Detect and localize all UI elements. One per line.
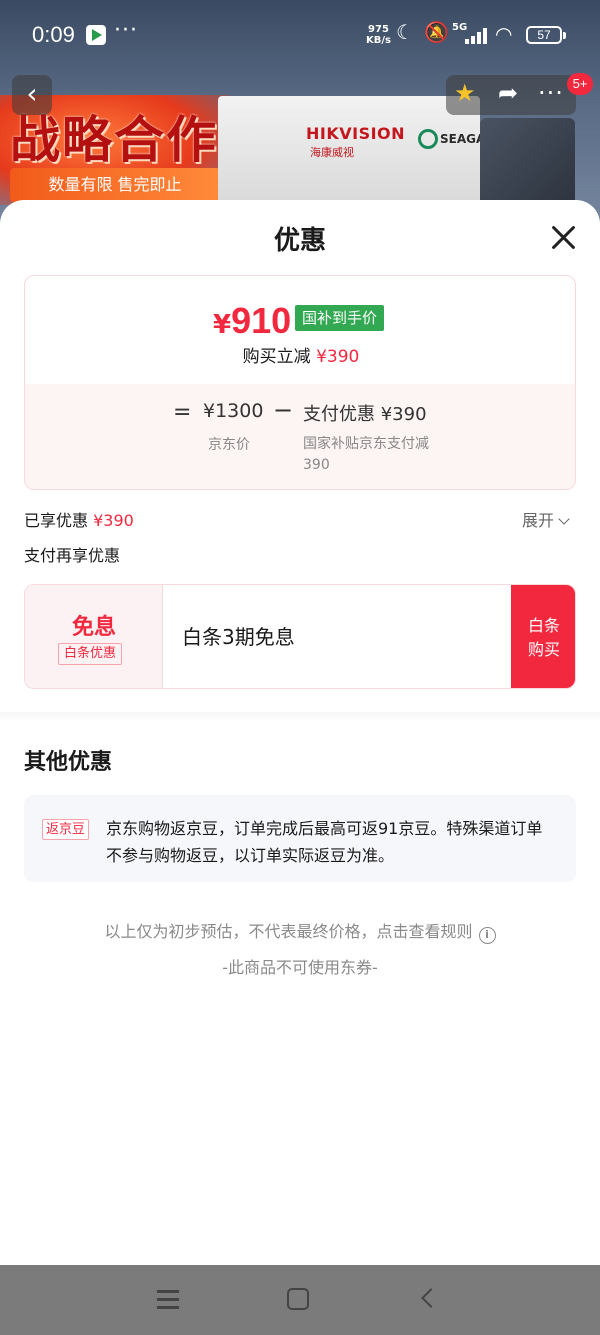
moon-icon: ☾ (396, 20, 414, 44)
star-icon[interactable]: ★ (454, 79, 476, 107)
pay-discount: 支付优惠 ¥390 (303, 404, 427, 425)
system-nav-bar (0, 1265, 600, 1335)
brand-hikvision-cn: 海康威视 (310, 146, 354, 159)
instant-cut: 购买立减 ¥390 (25, 342, 575, 367)
network-speed-value: 975 (368, 24, 389, 35)
final-price-value: 910 (231, 300, 292, 341)
rebate-text: 京东购物返京豆，订单完成后最高可返91京豆。特殊渠道订单不参与购物返豆，以订单实… (106, 819, 543, 865)
expand-button[interactable]: 展开 (522, 507, 570, 531)
chevron-down-icon (558, 513, 570, 525)
nav-back-icon[interactable] (421, 1288, 441, 1308)
status-more-icon: ··· (114, 18, 138, 43)
baitiao-headline: 免息 (71, 615, 116, 640)
minus-sign: − (273, 396, 294, 424)
expand-label: 展开 (522, 511, 555, 530)
subsidy-tag: 国补到手价 (295, 305, 385, 331)
disclaimer-link[interactable]: 以上仅为初步预估，不代表最终价格，点击查看规则 i (0, 918, 600, 944)
pay-more-title: 支付再享优惠 (24, 546, 121, 565)
baitiao-description: 白条3期免息 (182, 625, 295, 649)
instant-cut-amount: ¥390 (316, 347, 360, 367)
seagate-logo-icon (418, 129, 438, 149)
pay-discount-desc: 国家补贴京东支付减390 (303, 436, 429, 473)
nav-menu-icon[interactable] (157, 1290, 179, 1309)
discount-sheet: 优惠 ¥910 国补到手价 购买立减 ¥390 = ¥1300 京东价 − 支付… (0, 200, 600, 1265)
status-time: 0:09 (32, 22, 75, 47)
network-speed: 975 KB/s (366, 24, 391, 46)
final-price: ¥910 (213, 300, 291, 342)
close-icon[interactable] (546, 220, 580, 254)
header-actions: ★ ➦ ··· (446, 75, 576, 115)
battery-icon: 57 (526, 26, 566, 44)
rebate-offer: 返京豆 京东购物返京豆，订单完成后最高可返91京豆。特殊渠道订单不参与购物返豆，… (24, 795, 576, 882)
play-store-icon (86, 25, 106, 45)
status-bar: 0:09 ··· 975 KB/s ☾ 🔕 5G ◠ 57 (0, 0, 600, 72)
price-breakdown-card: ¥910 国补到手价 购买立减 ¥390 = ¥1300 京东价 − 支付优惠 … (24, 275, 576, 490)
rebate-tag: 返京豆 (42, 819, 90, 840)
baitiao-buy-label-2: 购买 (527, 639, 560, 659)
section-divider (0, 712, 600, 722)
cart-badge: 5+ (567, 73, 593, 95)
price-formula-area (25, 384, 575, 489)
enjoyed-label: 已享优惠 (24, 511, 89, 530)
disclaimer-text: 以上仅为初步预估，不代表最终价格，点击查看规则 (104, 922, 473, 941)
product-box-image: HIKVISION 海康威视 SEAGATE (218, 96, 501, 206)
network-speed-unit: KB/s (366, 35, 391, 46)
brand-hikvision: HIKVISION (306, 124, 406, 143)
enjoyed-discount: 已享优惠 ¥390 (24, 507, 134, 531)
enjoyed-amount: ¥390 (93, 511, 134, 530)
mute-icon: 🔕 (424, 20, 449, 44)
wifi-icon: ◠ (495, 22, 513, 46)
device-image (480, 118, 575, 210)
baitiao-offer-card[interactable]: 免息 白条优惠 白条3期免息 白条 购买 (24, 584, 576, 689)
baitiao-tag: 白条优惠 (58, 643, 123, 665)
baitiao-buy-button[interactable]: 白条 购买 (511, 585, 575, 688)
info-icon[interactable]: i (478, 927, 496, 944)
no-coupon-note: -此商品不可使用东券- (222, 958, 378, 977)
instant-cut-label: 购买立减 (242, 347, 311, 367)
sheet-title: 优惠 (273, 226, 326, 256)
signal-icon (465, 28, 489, 44)
nav-home-icon[interactable] (287, 1288, 309, 1310)
share-icon[interactable]: ➦ (498, 79, 518, 107)
currency-symbol: ¥ (213, 310, 232, 340)
baitiao-buy-label-1: 白条 (527, 615, 560, 635)
jd-price-label: 京东价 (208, 437, 250, 453)
back-arrow-icon[interactable]: ‹ (12, 75, 52, 115)
other-offers-title: 其他优惠 (24, 750, 113, 775)
jd-price: ¥1300 (203, 400, 264, 422)
baitiao-left-panel: 免息 白条优惠 (25, 585, 163, 688)
banner-tagline: 数量有限 售完即止 (10, 168, 220, 202)
more-icon[interactable]: ··· (538, 79, 564, 107)
equals-sign: = (173, 400, 192, 425)
